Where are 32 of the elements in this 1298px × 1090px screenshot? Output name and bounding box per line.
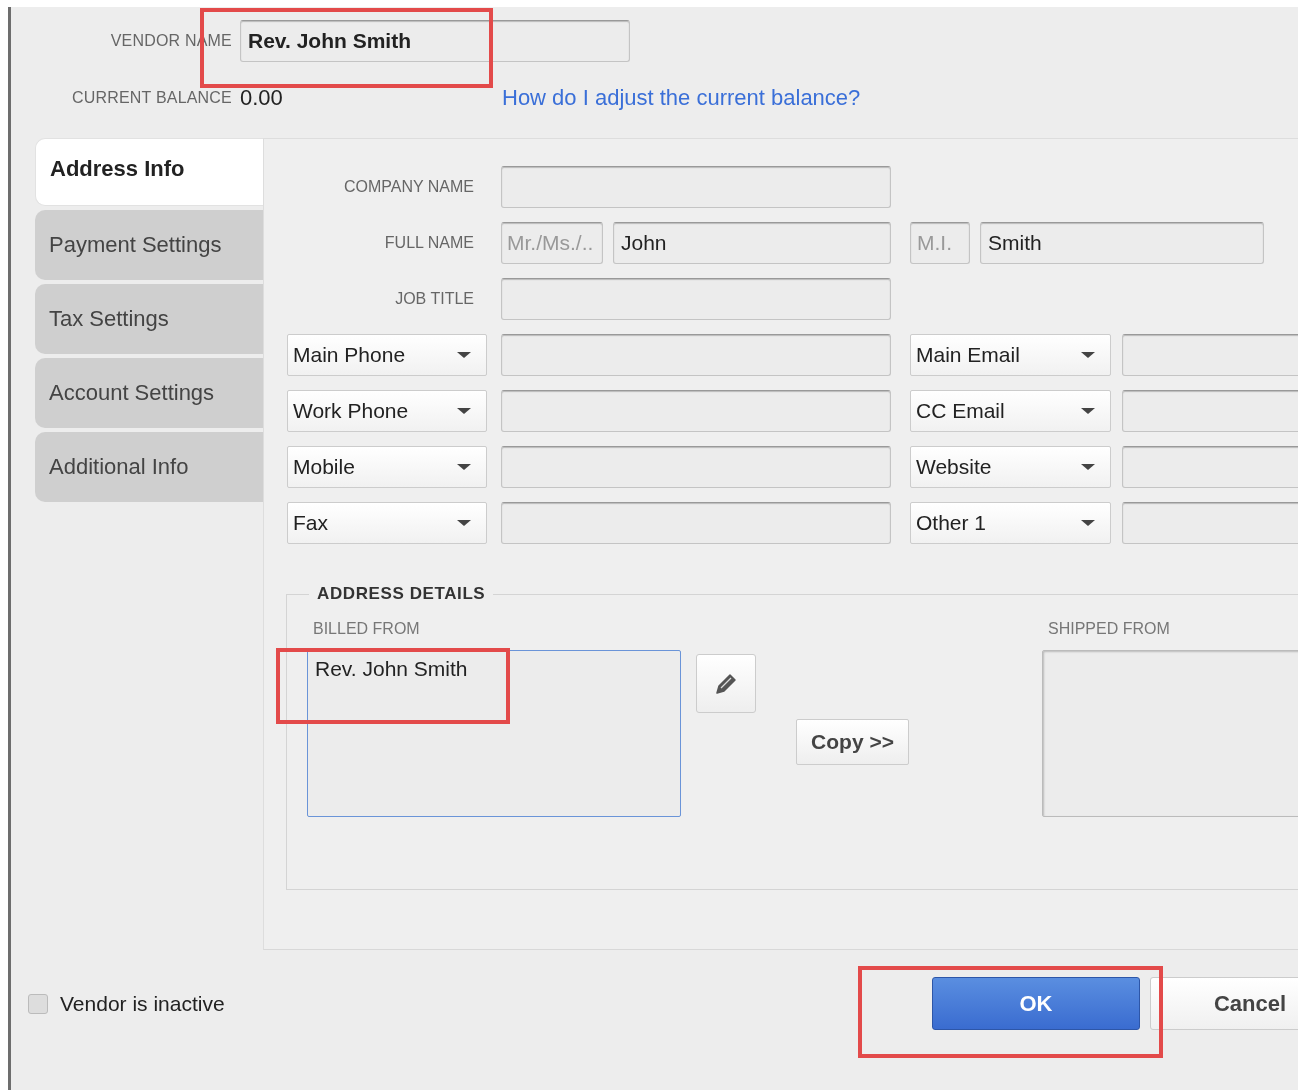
inactive-label: Vendor is inactive — [60, 991, 225, 1016]
sidebar-tab[interactable]: Additional Info — [35, 432, 263, 502]
current-balance-value: 0.00 — [240, 85, 284, 111]
sidebar-tab[interactable]: Address Info — [35, 138, 263, 206]
phone-type-dropdown[interactable]: Fax — [287, 502, 487, 544]
full-name-label: FULL NAME — [384, 234, 474, 252]
sidebar-tab[interactable]: Tax Settings — [35, 284, 263, 354]
ok-button[interactable]: OK — [932, 977, 1140, 1030]
contact-type-dropdown[interactable]: Main Email — [910, 334, 1111, 376]
phone-type-dropdown[interactable]: Work Phone — [287, 390, 487, 432]
first-name-field[interactable]: John — [613, 222, 891, 264]
title-field[interactable]: Mr./Ms./.. — [501, 222, 603, 264]
shipped-from-label: SHIPPED FROM — [1048, 620, 1171, 639]
copy-button[interactable]: Copy >> — [796, 719, 909, 765]
contact-type-dropdown[interactable]: Other 1 — [910, 502, 1111, 544]
help-link[interactable]: How do I adjust the current balance? — [502, 85, 861, 111]
billed-from-field[interactable]: Rev. John Smith — [307, 650, 681, 817]
phone-type-dropdown[interactable]: Mobile — [287, 446, 487, 488]
sidebar-tab[interactable]: Account Settings — [35, 358, 263, 428]
current-balance-label: CURRENT BALANCE — [71, 89, 232, 106]
vendor-name-field[interactable]: Rev. John Smith — [240, 20, 630, 62]
last-name-field[interactable]: Smith — [980, 222, 1264, 264]
billed-from-label: BILLED FROM — [313, 620, 421, 639]
middle-initial-field[interactable]: M.I. — [910, 222, 970, 264]
address-details-title: ADDRESS DETAILS — [316, 584, 487, 604]
cancel-button[interactable]: Cancel — [1150, 977, 1298, 1030]
contact-type-dropdown[interactable]: Website — [910, 446, 1111, 488]
phone-type-dropdown[interactable]: Main Phone — [287, 334, 487, 376]
company-name-label: COMPANY NAME — [343, 178, 474, 196]
sidebar-tab[interactable]: Payment Settings — [35, 210, 263, 280]
job-title-label: JOB TITLE — [395, 290, 474, 308]
contact-type-dropdown[interactable]: CC Email — [910, 390, 1111, 432]
